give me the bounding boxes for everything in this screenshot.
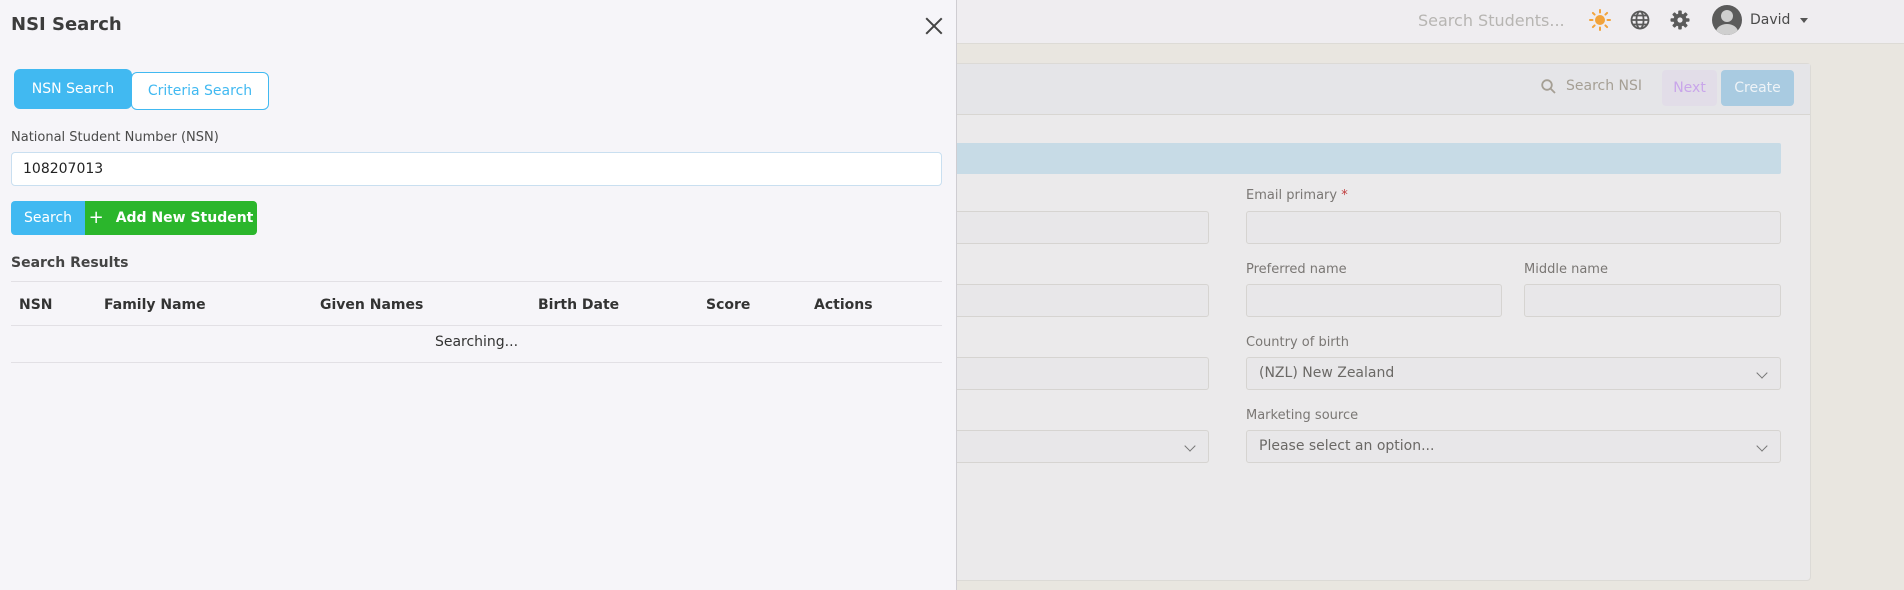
info-banner — [941, 143, 1781, 174]
column-header-given-names[interactable]: Given Names — [320, 297, 423, 313]
table-status-row: Searching... — [434, 334, 519, 350]
nsn-field-label: National Student Number (NSN) — [11, 130, 219, 145]
column-header-actions: Actions — [814, 297, 873, 313]
form-field-left-1[interactable] — [941, 211, 1209, 244]
chevron-down-icon — [1800, 17, 1809, 23]
student-form-card: Search NSI Next Create Email primary * P… — [940, 63, 1811, 581]
middle-name-field[interactable] — [1524, 284, 1781, 317]
chevron-down-icon — [1756, 367, 1768, 379]
preferred-name-field[interactable] — [1246, 284, 1502, 317]
add-new-student-label: Add New Student — [115, 210, 254, 226]
sun-icon[interactable] — [1588, 8, 1612, 32]
chevron-down-icon — [1756, 440, 1768, 452]
country-of-birth-select[interactable]: (NZL) New Zealand — [1246, 357, 1781, 390]
country-of-birth-value: (NZL) New Zealand — [1259, 365, 1395, 381]
globe-icon[interactable] — [1628, 8, 1652, 32]
student-search-input[interactable]: Search Students... — [1418, 11, 1565, 30]
form-field-left-3[interactable] — [941, 357, 1209, 390]
column-header-birth-date[interactable]: Birth Date — [538, 297, 619, 313]
tab-nsn-search[interactable]: NSN Search — [14, 69, 132, 109]
nsn-input[interactable] — [11, 152, 942, 186]
column-header-score[interactable]: Score — [706, 297, 750, 313]
nsi-search-panel: NSI Search Criteria Search NSN Search Na… — [0, 0, 957, 590]
preferred-name-label: Preferred name — [1246, 262, 1347, 277]
user-name: David — [1750, 12, 1791, 28]
next-button[interactable]: Next — [1662, 70, 1717, 106]
country-of-birth-label: Country of birth — [1246, 335, 1349, 350]
panel-title: NSI Search — [11, 14, 122, 35]
gear-icon[interactable] — [1668, 8, 1692, 32]
search-results-title: Search Results — [11, 255, 129, 271]
column-header-nsn[interactable]: NSN — [19, 297, 53, 313]
email-primary-label: Email primary * — [1246, 188, 1348, 203]
chevron-down-icon — [1184, 440, 1196, 452]
user-menu[interactable]: David — [1712, 5, 1809, 35]
divider — [11, 281, 942, 282]
close-icon[interactable] — [923, 15, 945, 37]
search-icon — [1541, 78, 1556, 94]
marketing-source-label: Marketing source — [1246, 408, 1359, 423]
form-select-left-4[interactable] — [941, 430, 1209, 463]
card-header: Search NSI Next Create — [941, 64, 1810, 115]
avatar — [1712, 5, 1742, 35]
form-field-left-2[interactable] — [941, 284, 1209, 317]
marketing-source-value: Please select an option... — [1259, 438, 1435, 454]
tab-criteria-search[interactable]: Criteria Search — [131, 72, 269, 110]
create-button[interactable]: Create — [1721, 70, 1794, 106]
search-button[interactable]: Search — [11, 201, 85, 235]
search-nsi-label: Search NSI — [1566, 78, 1643, 94]
search-nsi-button[interactable]: Search NSI — [1541, 78, 1642, 94]
marketing-source-select[interactable]: Please select an option... — [1246, 430, 1781, 463]
add-new-student-button[interactable]: + Add New Student — [85, 201, 257, 235]
plus-icon: + — [88, 207, 104, 228]
email-primary-field[interactable] — [1246, 211, 1781, 244]
divider — [11, 362, 942, 363]
column-header-family-name[interactable]: Family Name — [104, 297, 206, 313]
middle-name-label: Middle name — [1524, 262, 1608, 277]
divider — [11, 325, 942, 326]
